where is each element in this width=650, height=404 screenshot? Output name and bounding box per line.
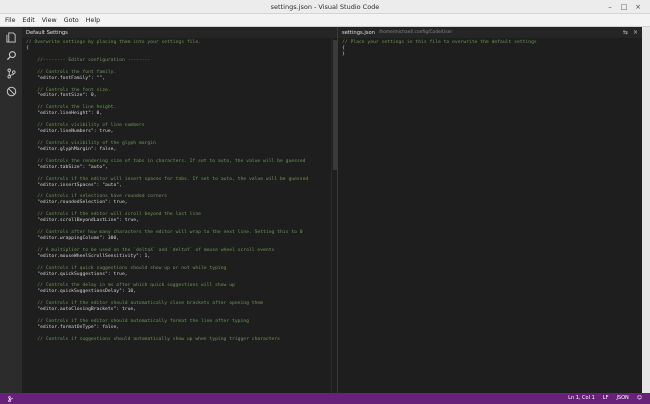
minimize-button[interactable]: – <box>606 3 614 11</box>
menu-file[interactable]: File <box>5 17 16 24</box>
line-ending[interactable]: LF <box>603 395 609 401</box>
tab-path: /home/michael/.config/Code/User <box>378 30 453 35</box>
default-settings-editor[interactable]: Default Settings // Overwrite settings b… <box>22 27 338 393</box>
maximize-button[interactable]: □ <box>620 3 628 11</box>
code-line: // Controls if suggestions should automa… <box>26 336 280 342</box>
editor-scrollbar[interactable] <box>331 38 337 393</box>
default-settings-tab[interactable]: Default Settings <box>22 27 337 38</box>
user-settings-code[interactable]: // Place your settings in this file to o… <box>342 40 642 58</box>
user-settings-tab[interactable]: settings.json /home/michael/.config/Code… <box>338 27 642 38</box>
status-right: Ln 1, Col 1 LF JSON ☺ <box>568 395 642 401</box>
menu-edit[interactable]: Edit <box>23 17 35 24</box>
window-edge <box>642 27 650 393</box>
activity-bar <box>0 27 22 393</box>
git-icon[interactable] <box>6 68 17 79</box>
cursor-position[interactable]: Ln 1, Col 1 <box>568 395 595 401</box>
menu-help[interactable]: Help <box>86 17 100 24</box>
tab-title: settings.json <box>342 29 375 36</box>
split-editor-icon[interactable]: ⇆ <box>623 29 628 36</box>
git-branch-icon[interactable] <box>8 395 14 402</box>
menu-view[interactable]: View <box>42 17 57 24</box>
user-settings-editor[interactable]: settings.json /home/michael/.config/Code… <box>338 27 642 393</box>
window-titlebar: settings.json - Visual Studio Code – □ × <box>0 0 650 14</box>
scrollbar-thumb[interactable] <box>333 40 337 170</box>
code-line: // Controls if the editor will insert sp… <box>26 176 309 182</box>
window-controls: – □ × <box>606 3 642 11</box>
editor-actions: ⇆ × <box>623 29 638 36</box>
code-line: } <box>342 51 345 57</box>
close-editor-icon[interactable]: × <box>633 29 638 36</box>
debug-icon[interactable] <box>6 86 17 97</box>
files-icon[interactable] <box>6 32 17 43</box>
workbench: Default Settings // Overwrite settings b… <box>0 27 650 393</box>
language-mode[interactable]: JSON <box>616 395 628 401</box>
feedback-icon[interactable]: ☺ <box>637 395 642 401</box>
window-title: settings.json - Visual Studio Code <box>270 3 380 11</box>
tab-title: Default Settings <box>26 29 68 36</box>
close-button[interactable]: × <box>634 3 642 11</box>
menu-goto[interactable]: Goto <box>64 17 79 24</box>
default-settings-code[interactable]: // Overwrite settings by placing them in… <box>26 40 337 343</box>
code-line: // Controls the rendering size of tabs i… <box>26 158 306 164</box>
search-icon[interactable] <box>6 50 17 61</box>
status-bar: Ln 1, Col 1 LF JSON ☺ <box>0 393 650 404</box>
menu-bar: File Edit View Goto Help <box>0 14 650 27</box>
